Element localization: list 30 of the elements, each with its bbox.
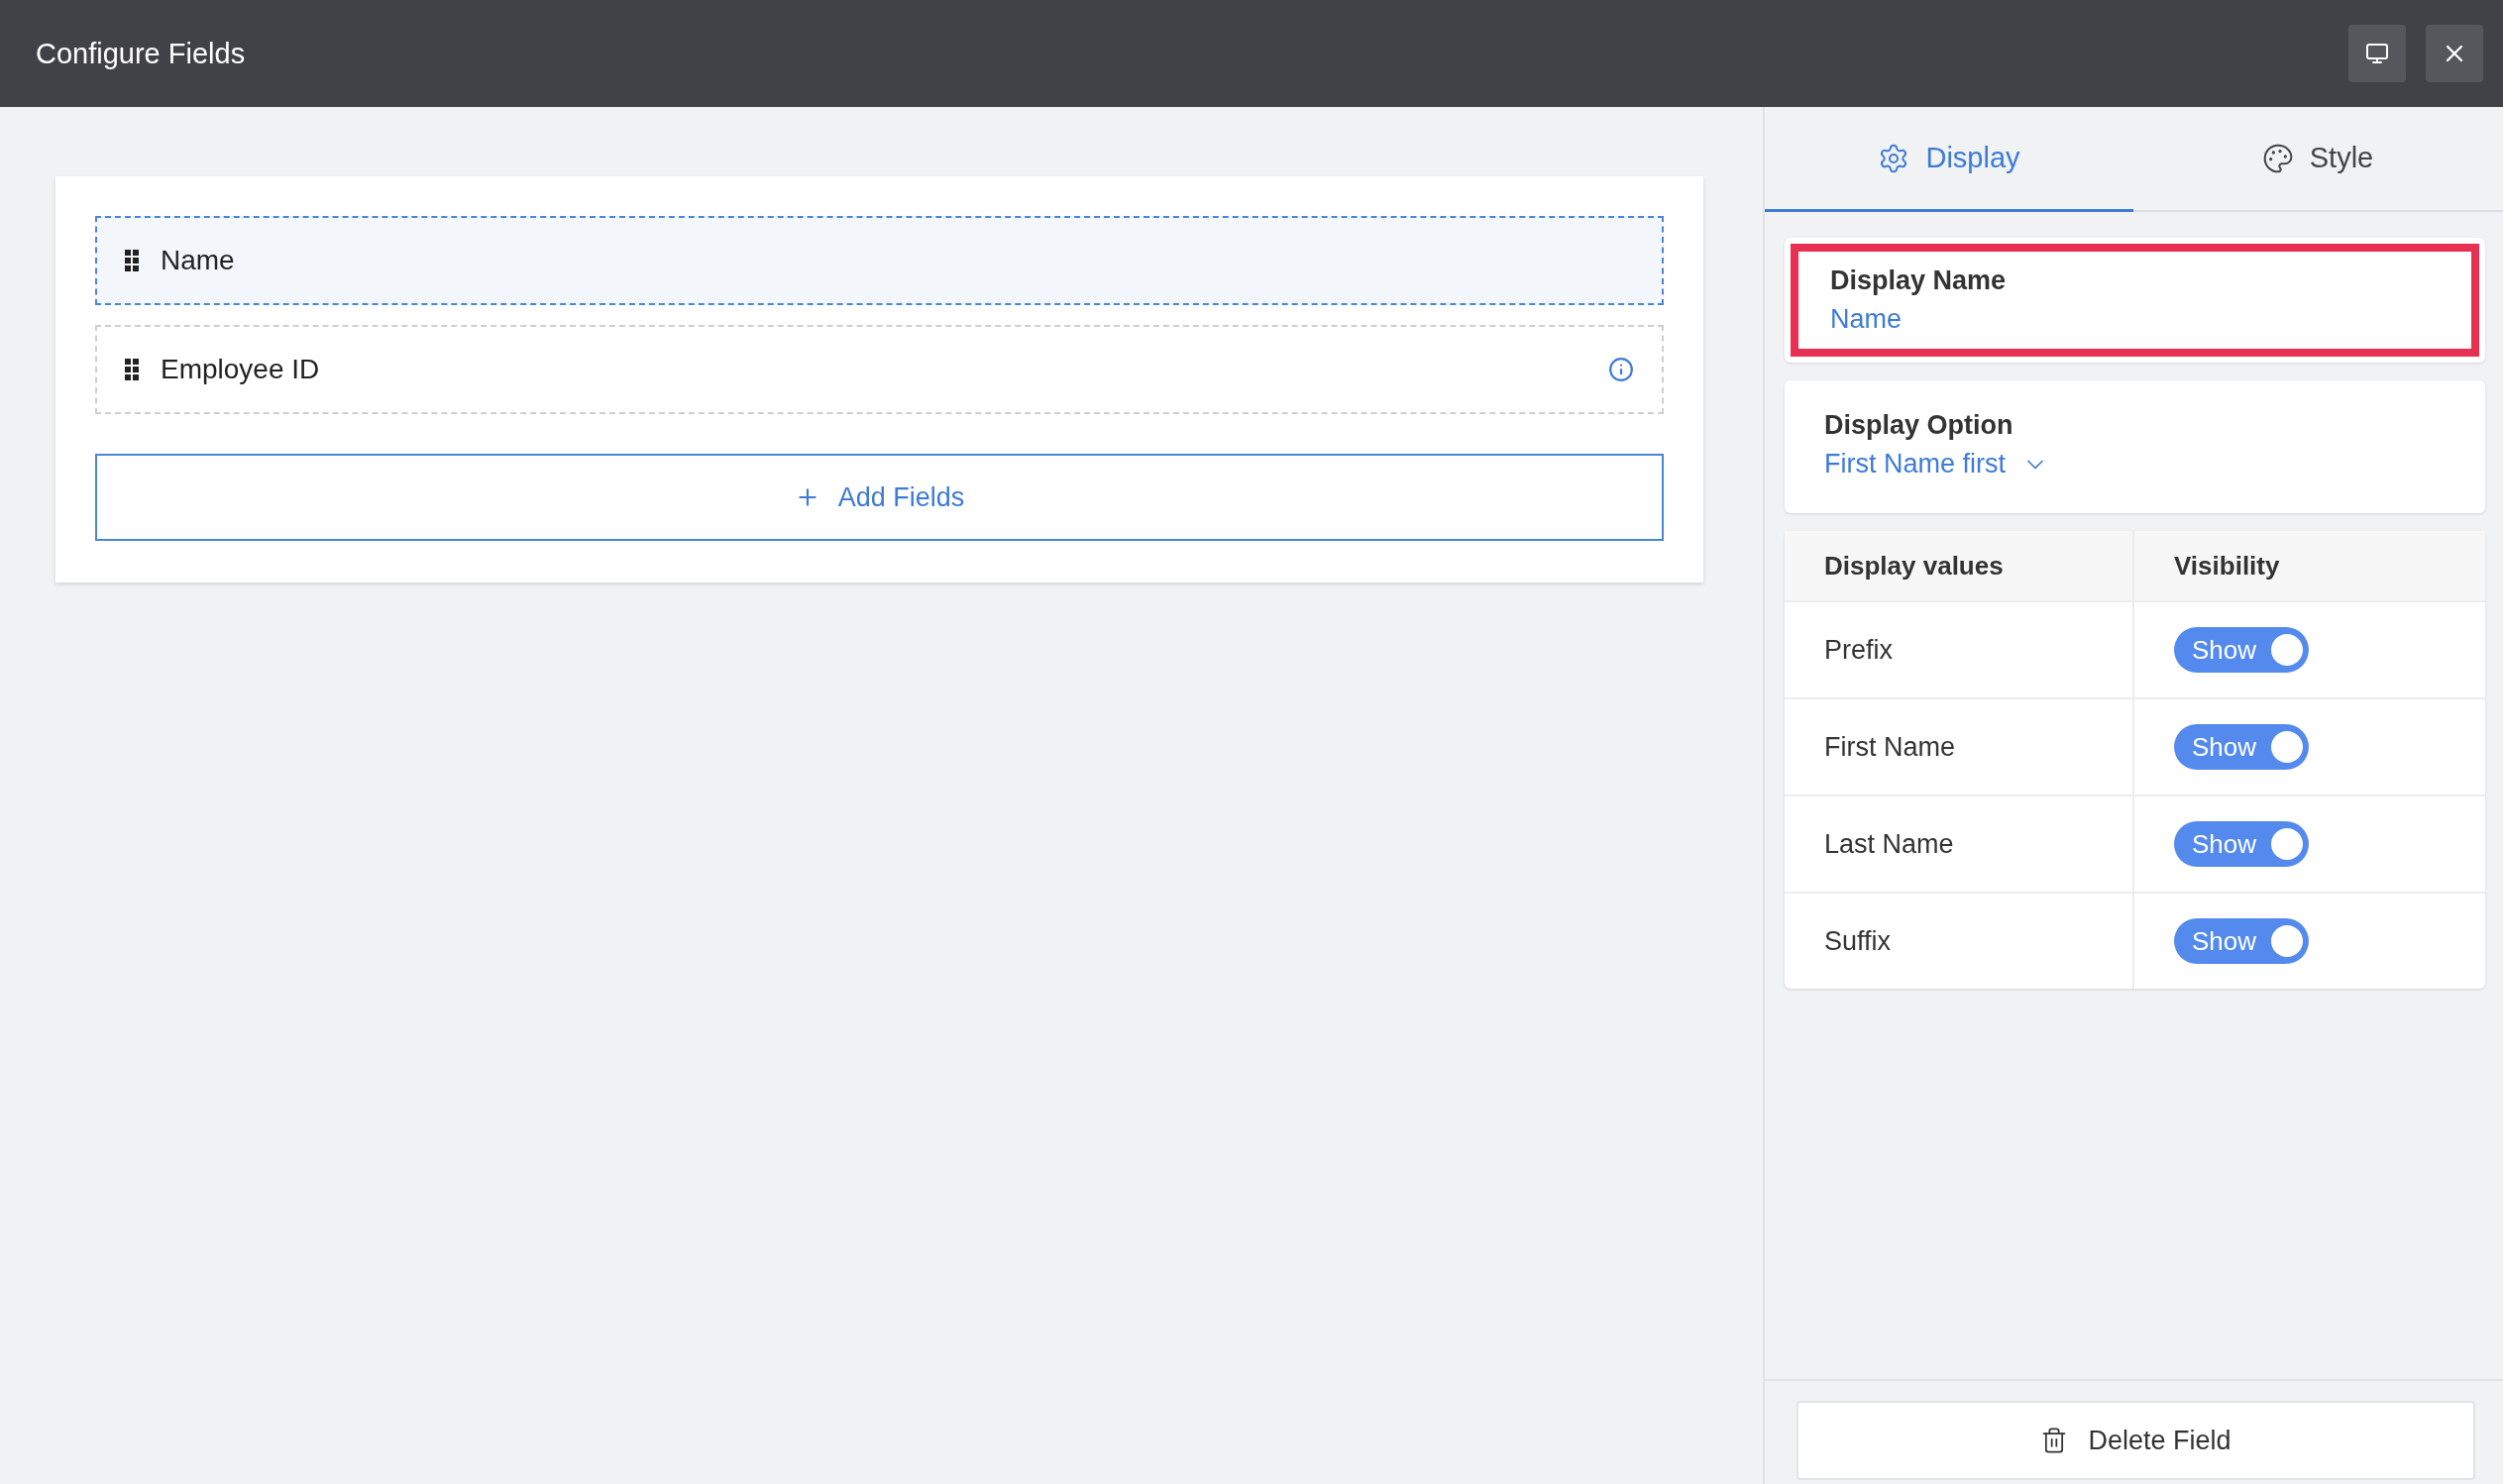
monitor-button[interactable] <box>2348 25 2406 82</box>
table-cell: First Name <box>1785 699 2134 796</box>
field-label: Employee ID <box>161 354 321 385</box>
drag-handle-icon[interactable] <box>125 359 139 380</box>
delete-field-button[interactable]: Delete Field <box>1796 1401 2475 1480</box>
visibility-toggle[interactable]: Show <box>2174 918 2309 964</box>
display-name-label: Display Name <box>1830 265 2008 296</box>
visibility-toggle[interactable]: Show <box>2174 724 2309 770</box>
close-button[interactable] <box>2426 25 2483 82</box>
table-cell: Prefix <box>1785 602 2134 699</box>
column-header: Visibility <box>2134 531 2485 602</box>
visibility-toggle[interactable]: Show <box>2174 821 2309 867</box>
info-icon[interactable] <box>1608 357 1634 382</box>
field-label: Name <box>161 245 236 276</box>
display-name-value: Name <box>1830 304 1904 335</box>
tab[interactable]: Style <box>2133 107 2502 212</box>
field-row[interactable]: Name <box>95 216 1664 305</box>
visibility-toggle[interactable]: Show <box>2174 627 2309 673</box>
drag-handle-icon[interactable] <box>125 250 139 271</box>
monitor-icon <box>2365 42 2389 65</box>
column-header: Display values <box>1785 531 2134 602</box>
display-option-dropdown[interactable]: First Name first <box>1824 449 2049 479</box>
add-fields-button[interactable]: Add Fields <box>95 454 1664 541</box>
display-option-label: Display Option <box>1824 410 2014 441</box>
table-cell: Last Name <box>1785 796 2134 894</box>
window-title: Configure Fields <box>36 37 247 70</box>
field-row[interactable]: Employee ID <box>95 325 1664 414</box>
tab[interactable]: Display <box>1765 107 2133 212</box>
table-cell: Suffix <box>1785 894 2134 989</box>
palette-icon <box>2261 142 2294 174</box>
